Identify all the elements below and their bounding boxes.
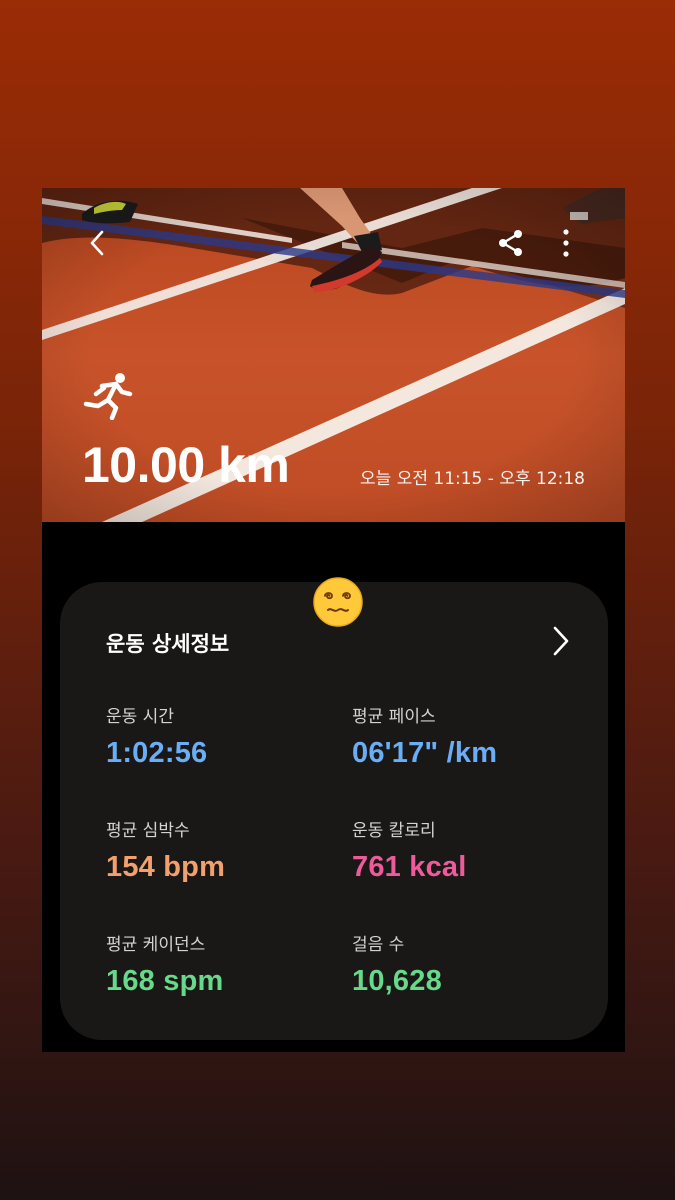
stat-value: 1:02:56 [106,737,208,769]
stat-label: 걸음 수 [352,935,405,955]
share-icon [499,230,522,256]
stat-label: 운동 시간 [106,707,174,727]
more-options-button[interactable] [556,228,576,258]
details-chevron-button[interactable] [546,624,574,658]
chevron-right-icon [553,626,569,656]
stat-value: 761 kcal [352,851,467,883]
stat-steps: 걸음 수 10,628 [352,930,592,998]
panel-title: 운동 상세정보 [106,632,230,656]
stat-average-cadence: 평균 케이던스 168 spm [106,930,346,998]
distance-value: 10.00 km [82,437,290,493]
stat-value: 10,628 [352,965,442,997]
chevron-left-icon [90,230,104,256]
share-button[interactable] [496,228,526,258]
workout-details-panel: 운동 상세정보 운동 시간 1:02:56 평균 페이스 06'17" /km … [60,582,608,1040]
stat-value: 06'17" /km [352,737,498,769]
dizzy-face-emoji [313,577,363,627]
stat-calories: 운동 칼로리 761 kcal [352,816,592,884]
stat-label: 평균 케이던스 [106,935,206,955]
workout-time-range: 오늘 오전 11:15 - 오후 12:18 [360,469,585,489]
back-button[interactable] [82,228,112,258]
stat-label: 평균 페이스 [352,707,436,727]
stat-average-pace: 평균 페이스 06'17" /km [352,702,592,770]
stat-average-heart-rate: 평균 심박수 154 bpm [106,816,346,884]
more-vertical-icon [563,229,569,257]
workout-card: 10.00 km 오늘 오전 11:15 - 오후 12:18 운동 상세정보 … [42,188,625,1052]
stat-label: 운동 칼로리 [352,821,436,841]
stat-value: 168 spm [106,965,224,997]
running-icon [83,373,133,420]
hero-image: 10.00 km 오늘 오전 11:15 - 오후 12:18 [42,188,625,522]
stat-label: 평균 심박수 [106,821,190,841]
stat-duration: 운동 시간 1:02:56 [106,702,346,770]
stat-value: 154 bpm [106,851,226,883]
